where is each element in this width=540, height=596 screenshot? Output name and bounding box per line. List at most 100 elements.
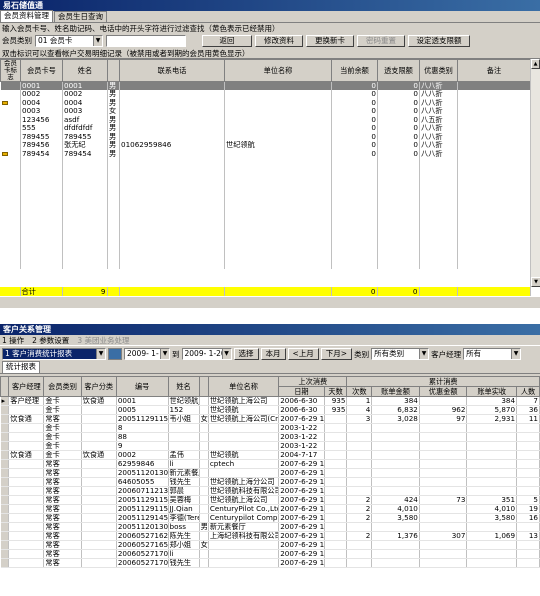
next-month-button[interactable]: 下月> xyxy=(320,348,353,360)
set-overdraft-button[interactable]: 设定透支限额 xyxy=(408,34,470,47)
cell-name: 789454 xyxy=(62,149,108,158)
table-row[interactable]: 0003 0003 女 0 0 八八折 xyxy=(0,107,531,116)
col-sex[interactable] xyxy=(107,59,120,82)
row-indicator[interactable] xyxy=(0,459,10,469)
row-indicator[interactable] xyxy=(0,432,10,442)
col-days[interactable]: 天数 xyxy=(323,386,348,397)
scroll-down-icon[interactable]: ▼ xyxy=(531,277,540,287)
col-name[interactable]: 姓名 xyxy=(62,59,108,82)
date-from-field[interactable]: 2009- 1- 1 ▼ xyxy=(124,348,170,360)
search-input[interactable] xyxy=(106,34,186,47)
row-indicator[interactable] xyxy=(0,450,10,460)
tab-member-info[interactable]: 会员资料管理 xyxy=(0,10,53,22)
report-row[interactable]: 金卡 8 2003-1-22 xyxy=(0,423,540,433)
report-row[interactable]: 金卡 9 2003-1-22 xyxy=(0,441,540,451)
table-row[interactable]: 789455 789455 男 0 0 八八折 xyxy=(0,132,531,141)
manager-select[interactable]: 所有 ▼ xyxy=(463,348,522,360)
row-indicator[interactable] xyxy=(0,531,10,541)
row-indicator[interactable] xyxy=(0,558,10,568)
report-row[interactable]: 常客 2005112013015481boss男新元素餐厅2007-6-29 1( xyxy=(0,522,540,532)
row-indicator[interactable] xyxy=(0,513,10,523)
col-persons[interactable]: 人数 xyxy=(516,386,540,397)
col-company[interactable]: 单位名称 xyxy=(224,59,332,82)
menu-params[interactable]: 2 参数设置 xyxy=(32,335,69,346)
prev-month-button[interactable]: <上月 xyxy=(287,348,319,360)
replace-card-button[interactable]: 更换新卡 xyxy=(306,34,354,47)
report-select[interactable]: 1 客户消费统计报表 ▼ xyxy=(2,348,106,360)
row-indicator[interactable] xyxy=(0,405,10,415)
table-row[interactable]: 123456 asdf 男 0 0 八五折 xyxy=(0,115,531,124)
table-row[interactable]: 0004 0004 男 0 0 八八折 xyxy=(0,98,531,107)
row-indicator[interactable] xyxy=(0,504,10,514)
report-row[interactable]: 常客 2005112013015551新元素餐厅 2007-6-29 1( xyxy=(0,468,540,478)
col-flag[interactable]: 会员卡标志 xyxy=(0,59,21,82)
table-row[interactable]: 0002 0002 男 0 0 八八折 xyxy=(0,90,531,99)
report-row[interactable]: 饮食通 金卡 饮食通 0002 孟伟 世纪领航 2004-7-17 xyxy=(0,450,540,460)
report-row[interactable]: 常客 2005112911581吴蓉梅世纪领航上海公司2007-6-29 1(24… xyxy=(0,495,540,505)
report-row[interactable]: ▸ 客户经理 金卡 饮食通 0001 世纪领航_ 世纪领航上海公司 2006-6-30 935 1… xyxy=(0,396,540,406)
back-button[interactable]: 返回 xyxy=(202,34,252,47)
col-phone[interactable]: 联系电话 xyxy=(119,59,225,82)
menu-operate[interactable]: 1 操作 xyxy=(2,335,24,346)
report-cell xyxy=(8,549,45,559)
tab-report[interactable]: 统计报表 xyxy=(2,361,40,373)
row-indicator[interactable] xyxy=(0,495,10,505)
col-note[interactable]: 备注 xyxy=(457,59,531,82)
col-discount[interactable]: 优惠类别 xyxy=(419,59,458,82)
col-card[interactable]: 会员卡号 xyxy=(20,59,63,82)
col-member-type[interactable]: 会员类别 xyxy=(43,376,82,397)
col-date[interactable]: 日期 xyxy=(278,386,325,397)
col-limit[interactable]: 透支限额 xyxy=(377,59,420,82)
report-row[interactable]: 常客 62959846 li cptech 2007-6-29 1( xyxy=(0,459,540,469)
col-company-2[interactable]: 单位名称 xyxy=(207,376,280,397)
vertical-scrollbar[interactable]: ▲ ▼ xyxy=(530,59,540,287)
col-received[interactable]: 账单实收 xyxy=(466,386,518,397)
row-indicator[interactable] xyxy=(0,423,10,433)
row-indicator[interactable] xyxy=(0,468,10,478)
report-row[interactable]: 常客 2006052717005钱先生 2007-6-29 1( xyxy=(0,558,540,568)
table-row[interactable]: 789454 789454 男 0 0 八八折 xyxy=(0,149,531,158)
col-balance[interactable]: 当前余额 xyxy=(331,59,378,82)
col-times[interactable]: 次数 xyxy=(346,386,373,397)
row-indicator[interactable] xyxy=(0,414,10,424)
report-row[interactable]: 金卡 0005 152 世纪领航 2006-6-30 935 4 6,832 962 5,870 3… xyxy=(0,405,540,415)
table-row[interactable]: 0001 0001 男 0 0 八八折 xyxy=(0,81,531,90)
calendar-icon[interactable] xyxy=(108,348,122,360)
col-sex-2[interactable] xyxy=(198,376,209,397)
col-bill-amount[interactable]: 账单金额 xyxy=(371,386,420,397)
row-indicator[interactable]: ▸ xyxy=(0,396,10,406)
row-indicator[interactable] xyxy=(0,540,10,550)
category-select[interactable]: 01 会员卡 ▼ xyxy=(35,34,103,47)
report-row[interactable]: 常客 2006071121343郭晨世纪领航科技有限公司2007-6-29 1( xyxy=(0,486,540,496)
cell-bal: 0 xyxy=(331,132,378,141)
row-indicator[interactable] xyxy=(0,549,10,559)
category-select-2[interactable]: 所有类别 ▼ xyxy=(371,348,430,360)
col-name-2[interactable]: 姓名 xyxy=(167,376,200,397)
report-row[interactable]: 常客 2006052716283陈先生上海纪领科技有限公司2007-6-29 1(… xyxy=(0,531,540,541)
row-indicator[interactable] xyxy=(0,522,10,532)
row-indicator[interactable] xyxy=(0,486,10,496)
scroll-up-icon[interactable]: ▲ xyxy=(531,59,540,69)
report-row[interactable]: 常客 64605055 钱先生 世纪领航上海分公司 2007-6-29 1( xyxy=(0,477,540,487)
menu-group-buy[interactable]: 3 美团业务处理 xyxy=(77,335,129,346)
select-button[interactable]: 选择 xyxy=(233,348,259,360)
date-to-field[interactable]: 2009- 1-20 ▼ xyxy=(181,348,232,360)
col-customer-type[interactable]: 客户分类 xyxy=(80,376,117,397)
report-row[interactable]: 常客 2005112914564李德(Teres Centurypilot Comp… xyxy=(0,513,540,523)
tab-birthday-query[interactable]: 会员生日查询 xyxy=(54,11,107,22)
row-indicator[interactable] xyxy=(0,477,10,487)
table-row[interactable]: 555 dfdfdfdf 男 0 0 八八折 xyxy=(0,124,531,133)
this-month-button[interactable]: 本月 xyxy=(260,348,286,360)
col-discount-amount[interactable]: 优惠金额 xyxy=(418,386,468,397)
report-row[interactable]: 常客 2006052717005li 2007-6-29 1( xyxy=(0,549,540,559)
report-row[interactable]: 常客 2005112911593JJ.Qian CenturyPilot Co.,L… xyxy=(0,504,540,514)
reset-password-button[interactable]: 密码重置 xyxy=(357,34,405,47)
edit-info-button[interactable]: 修改资料 xyxy=(255,34,303,47)
col-id[interactable]: 编号 xyxy=(115,376,169,397)
col-manager[interactable]: 客户经理 xyxy=(8,376,45,397)
row-indicator[interactable] xyxy=(0,441,10,451)
table-row[interactable]: 789456 张无纪男 01062959846 世纪领航 0 0 八八折 xyxy=(0,141,531,150)
report-row[interactable]: 饮食通常客 2005112911525韦小姐女世纪领航上海公司(Cn2007-6-… xyxy=(0,414,540,424)
report-row[interactable]: 金卡 88 2003-1-22 xyxy=(0,432,540,442)
report-row[interactable]: 常客 2006052716575郑小姐女 2007-6-29 1( xyxy=(0,540,540,550)
